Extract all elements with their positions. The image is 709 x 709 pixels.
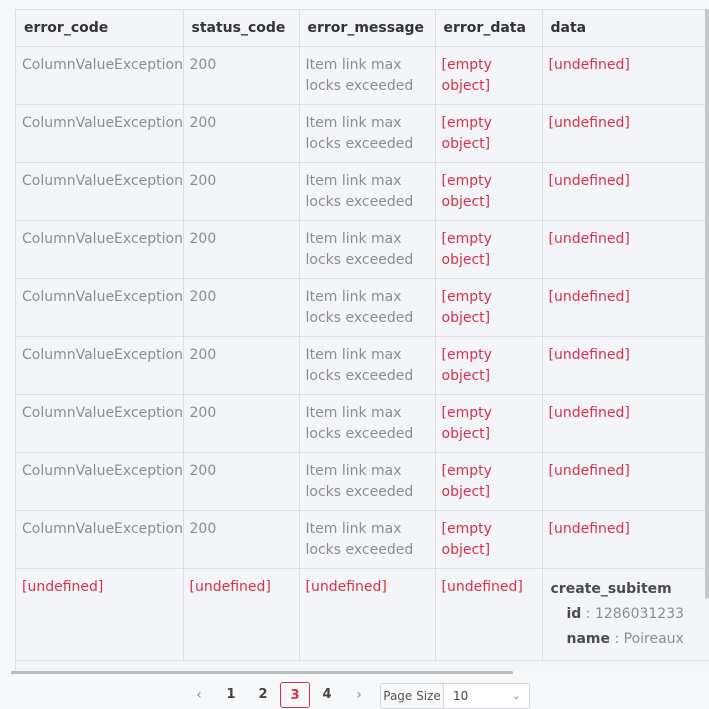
- results-table: error_code status_code error_message err…: [15, 9, 709, 671]
- object-field: name : Poireaux: [567, 629, 704, 650]
- horizontal-scrollbar[interactable]: [11, 671, 513, 674]
- table-row: ColumnValueException 200 Item link max loc…: [16, 510, 709, 569]
- cell-error-code: [undefined]: [16, 568, 184, 661]
- cell-error-message: Item link max locks exceeded: [299, 220, 436, 279]
- object-field-separator: :: [610, 631, 624, 647]
- cell-data: [undefined]: [542, 220, 709, 279]
- table-row: ColumnValueException 200 Item link max loc…: [16, 220, 709, 279]
- table-row: ColumnValueException 200 Item link max loc…: [16, 394, 709, 453]
- cell-error-message: Item link max locks exceeded: [299, 46, 436, 105]
- chevron-down-icon: ⌄: [511, 689, 521, 702]
- cell-error-code: ColumnValueException: [16, 46, 184, 105]
- cell-error-data: [undefined]: [435, 568, 543, 661]
- cell-error-message: Item link max locks exceeded: [299, 394, 436, 453]
- cell-error-code: ColumnValueException: [16, 394, 184, 453]
- page-size-label: Page Size: [381, 684, 444, 708]
- cell-status-code: 200: [183, 220, 300, 279]
- cell-error-data: [empty object]: [435, 104, 543, 163]
- page-size-value: 10: [453, 689, 469, 703]
- cell-data: [undefined]: [542, 452, 709, 511]
- cell-status-code: 200: [183, 278, 300, 337]
- cell-error-data: [empty object]: [435, 336, 543, 395]
- cell-status-code: 200: [183, 162, 300, 221]
- cell-error-data: [empty object]: [435, 394, 543, 453]
- chevron-left-icon[interactable]: ‹: [184, 682, 214, 708]
- cell-data-object: create_subitemid : 1286031233 name : Poir…: [542, 568, 709, 661]
- cell-status-code: 200: [183, 452, 300, 511]
- cell-error-message: Item link max locks exceeded: [299, 452, 436, 511]
- cell-data: [undefined]: [542, 394, 709, 453]
- cell-error-code: ColumnValueException: [16, 510, 184, 569]
- table-body: ColumnValueException 200 Item link max loc…: [16, 46, 709, 661]
- cell-error-message: Item link max locks exceeded: [299, 104, 436, 163]
- cell-status-code: 200: [183, 510, 300, 569]
- table-row: ColumnValueException 200 Item link max loc…: [16, 162, 709, 221]
- cell-error-message: Item link max locks exceeded: [299, 162, 436, 221]
- object-title: create_subitem: [550, 581, 672, 597]
- column-header-error-data[interactable]: error_data: [435, 10, 543, 47]
- vertical-scrollbar[interactable]: [705, 9, 709, 599]
- object-field-key: id: [566, 606, 582, 622]
- column-header-error-message[interactable]: error_message: [299, 10, 436, 47]
- cell-data: [undefined]: [542, 162, 709, 221]
- cell-error-code: ColumnValueException: [16, 336, 184, 395]
- page-size-select[interactable]: Page Size 10 ⌄: [380, 683, 530, 709]
- page-button-3-current[interactable]: 3: [280, 682, 310, 708]
- cell-error-message: Item link max locks exceeded: [299, 510, 436, 569]
- cell-error-data: [empty object]: [435, 220, 543, 279]
- object-field: id : 1286031233: [567, 604, 704, 625]
- object-field-separator: :: [581, 606, 595, 622]
- cell-status-code: 200: [183, 394, 300, 453]
- table-row: ColumnValueException 200 Item link max loc…: [16, 278, 709, 337]
- column-header-error-code[interactable]: error_code: [16, 10, 184, 47]
- cell-status-code: 200: [183, 336, 300, 395]
- cell-error-code: ColumnValueException: [16, 104, 184, 163]
- cell-error-message: Item link max locks exceeded: [299, 278, 436, 337]
- cell-status-code: 200: [183, 104, 300, 163]
- cell-data: [undefined]: [542, 336, 709, 395]
- table-row: ColumnValueException 200 Item link max loc…: [16, 46, 709, 105]
- cell-error-code: ColumnValueException: [16, 452, 184, 511]
- cell-error-data: [empty object]: [435, 452, 543, 511]
- table-row: ColumnValueException 200 Item link max loc…: [16, 104, 709, 163]
- column-header-data[interactable]: data: [542, 10, 709, 47]
- cell-error-data: [empty object]: [435, 46, 543, 105]
- table-row: [undefined] [undefined] [undefined] [undefi…: [16, 568, 709, 661]
- cell-error-data: [empty object]: [435, 162, 543, 221]
- cell-error-code: ColumnValueException: [16, 220, 184, 279]
- page-button-4[interactable]: 4: [312, 682, 342, 708]
- cell-error-message: Item link max locks exceeded: [299, 336, 436, 395]
- cell-data: [undefined]: [542, 46, 709, 105]
- cell-status-code: [undefined]: [183, 568, 300, 661]
- table-header-row: error_code status_code error_message err…: [16, 10, 709, 47]
- cell-error-data: [empty object]: [435, 278, 543, 337]
- cell-error-code: ColumnValueException: [16, 162, 184, 221]
- cell-error-code: ColumnValueException: [16, 278, 184, 337]
- object-field-key: name: [566, 631, 611, 647]
- cell-data: [undefined]: [542, 278, 709, 337]
- page-button-1[interactable]: 1: [216, 682, 246, 708]
- cell-data: [undefined]: [542, 104, 709, 163]
- table-row: ColumnValueException 200 Item link max loc…: [16, 452, 709, 511]
- page-button-2[interactable]: 2: [248, 682, 278, 708]
- cell-status-code: 200: [183, 46, 300, 105]
- cell-error-message: [undefined]: [299, 568, 436, 661]
- table-row: ColumnValueException 200 Item link max loc…: [16, 336, 709, 395]
- cell-data: [undefined]: [542, 510, 709, 569]
- pagination: ‹ 1 2 3 4 › Page Size 10 ⌄: [0, 682, 709, 709]
- column-header-status-code[interactable]: status_code: [183, 10, 300, 47]
- object-field-value: 1286031233: [594, 606, 685, 622]
- object-field-value: Poireaux: [623, 631, 684, 647]
- chevron-right-icon[interactable]: ›: [344, 682, 374, 708]
- cell-error-data: [empty object]: [435, 510, 543, 569]
